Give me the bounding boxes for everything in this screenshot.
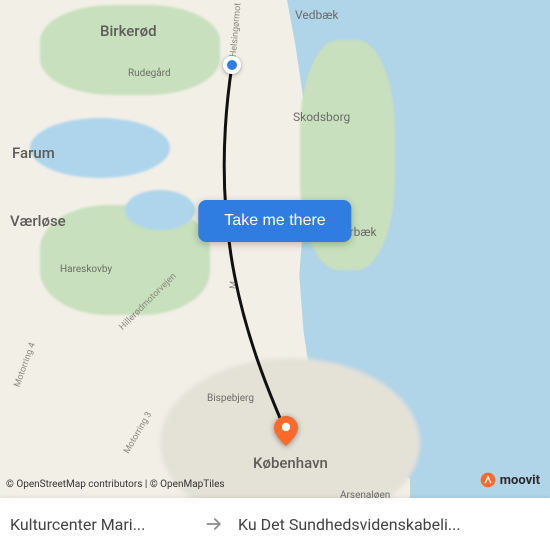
forest-area (40, 5, 220, 95)
moovit-label: moovit (500, 473, 540, 488)
lake (125, 190, 195, 230)
osm-credit[interactable]: © OpenStreetMap contributors (6, 479, 142, 490)
route-origin-label: Kulturcenter Mari... (0, 515, 200, 534)
map-attribution: © OpenStreetMap contributors | © OpenMap… (6, 479, 225, 490)
lake (30, 118, 170, 178)
destination-marker[interactable] (274, 416, 298, 440)
route-dest-label: Ku Det Sundhedsvidenskabeli... (228, 515, 550, 534)
take-me-there-button[interactable]: Take me there (198, 200, 351, 242)
map-container[interactable]: VedbækBirkerødRudegårdSkodsborgFarumVærl… (0, 0, 550, 550)
pin-icon (274, 416, 298, 446)
arrow-right-icon (200, 514, 228, 534)
place-label: Vedbæk (295, 8, 338, 22)
moovit-badge[interactable]: moovit (480, 472, 540, 488)
moovit-icon (480, 472, 496, 488)
road-label: M (229, 281, 240, 290)
route-footer: Kulturcenter Mari... Ku Det Sundhedsvide… (0, 498, 550, 550)
origin-marker[interactable] (223, 56, 241, 74)
omt-credit[interactable]: © OpenMapTiles (150, 479, 225, 490)
